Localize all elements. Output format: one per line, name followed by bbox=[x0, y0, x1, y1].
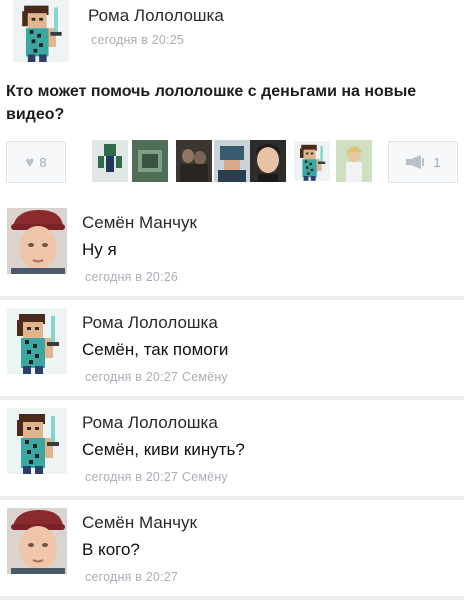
like-button[interactable]: ♥ 8 bbox=[6, 141, 66, 183]
comment-author-avatar[interactable] bbox=[7, 208, 67, 274]
post-author-avatar[interactable] bbox=[12, 0, 70, 62]
comment-item: Семён Манчук Ну я сегодня в 20:26 bbox=[0, 200, 464, 300]
share-button[interactable]: 1 bbox=[388, 141, 458, 183]
post-timestamp[interactable]: сегодня в 20:25 bbox=[91, 33, 184, 47]
post-action-bar: ♥ 8 1 bbox=[6, 139, 458, 186]
comment-author-avatar[interactable] bbox=[7, 408, 67, 474]
comment-text: В кого? bbox=[82, 540, 140, 559]
comment-timestamp[interactable]: сегодня в 20:27 Семёну bbox=[85, 370, 228, 384]
reply-to-label[interactable]: Семёну bbox=[182, 470, 228, 484]
wall-post: Рома Лололошка сегодня в 20:25 Кто может… bbox=[0, 0, 464, 196]
liker-avatar[interactable] bbox=[336, 140, 372, 182]
liker-avatar[interactable] bbox=[132, 140, 168, 182]
comment-text: Семён, так помоги bbox=[82, 340, 229, 359]
comment-author-name[interactable]: Рома Лололошка bbox=[82, 413, 218, 433]
like-count: 8 bbox=[39, 154, 47, 170]
comment-author-name[interactable]: Семён Манчук bbox=[82, 513, 197, 533]
reply-to-label[interactable]: Семёну bbox=[182, 370, 228, 384]
comment-item: Семён Манчук В кого? сегодня в 20:27 bbox=[0, 500, 464, 600]
comment-timestamp[interactable]: сегодня в 20:27 bbox=[85, 570, 182, 584]
liker-avatar[interactable] bbox=[250, 140, 286, 182]
liker-avatar[interactable] bbox=[294, 140, 330, 182]
megaphone-icon bbox=[406, 155, 425, 169]
post-author-name[interactable]: Рома Лололошка bbox=[88, 6, 224, 26]
liker-avatar[interactable] bbox=[176, 140, 212, 182]
comment-item: Рома Лололошка Семён, так помоги сегодня… bbox=[0, 300, 464, 400]
comment-author-avatar[interactable] bbox=[7, 508, 67, 574]
comment-author-avatar[interactable] bbox=[7, 308, 67, 374]
post-text: Кто может помочь лололошке с деньгами на… bbox=[6, 83, 417, 123]
comment-timestamp[interactable]: сегодня в 20:27 Семёну bbox=[85, 470, 228, 484]
comment-timestamp[interactable]: сегодня в 20:26 bbox=[85, 270, 182, 284]
comment-author-name[interactable]: Рома Лололошка bbox=[82, 313, 218, 333]
comment-author-name[interactable]: Семён Манчук bbox=[82, 213, 197, 233]
liker-avatar[interactable] bbox=[214, 140, 250, 182]
heart-icon: ♥ bbox=[25, 153, 35, 171]
liker-avatar[interactable] bbox=[92, 140, 128, 182]
comment-text: Семён, киви кинуть? bbox=[82, 440, 245, 459]
share-count: 1 bbox=[433, 154, 441, 170]
comment-text: Ну я bbox=[82, 240, 117, 259]
comment-item: Рома Лололошка Семён, киви кинуть? сегод… bbox=[0, 400, 464, 500]
